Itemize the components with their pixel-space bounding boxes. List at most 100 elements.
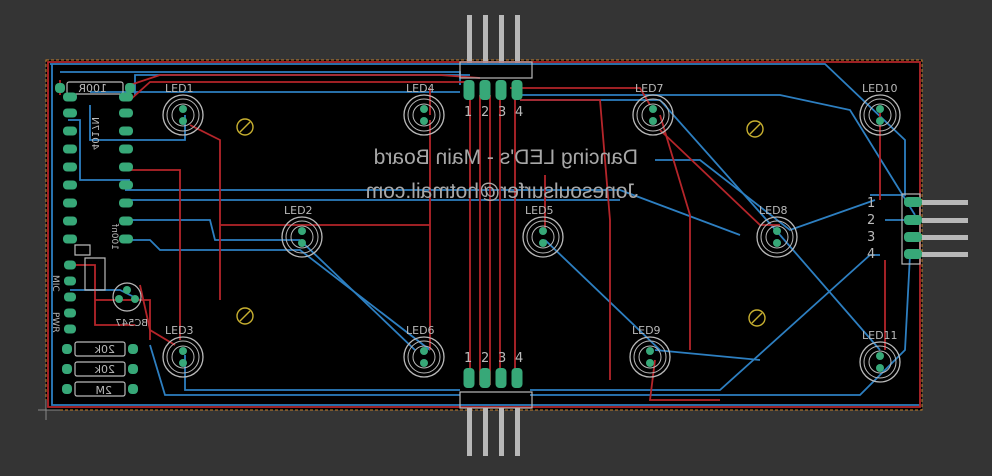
led-pad-cathode xyxy=(876,364,884,372)
ic-pad xyxy=(119,144,133,154)
led-pad-anode xyxy=(420,347,428,355)
ic-pad xyxy=(63,144,77,154)
led-label: LED3 xyxy=(165,324,194,337)
ic-pad xyxy=(63,216,77,226)
ic-pad xyxy=(63,108,77,118)
led-label: LED4 xyxy=(406,82,435,95)
resistor-pad xyxy=(128,384,138,394)
resistor-pad xyxy=(62,344,72,354)
top-pin-label: 1 xyxy=(464,105,472,120)
header-pin-right xyxy=(922,252,968,257)
mic-pwr-pad xyxy=(64,276,76,286)
bottom-connector-pad xyxy=(463,368,475,388)
led-label: LED8 xyxy=(759,204,788,217)
capacitor-label: 100nf xyxy=(109,223,119,250)
resistor-20k-b-label: 20k xyxy=(94,363,115,376)
top-pin-label: 3 xyxy=(498,105,506,120)
resistor-2m-label: 2M xyxy=(96,384,113,397)
pad xyxy=(119,92,133,102)
led-pad-cathode xyxy=(420,359,428,367)
bottom-connector-pad xyxy=(495,368,507,388)
header-pin-top xyxy=(483,15,488,63)
top-pin-label: 4 xyxy=(515,105,523,120)
transistor-pad xyxy=(123,286,131,294)
led-label: LED1 xyxy=(165,82,194,95)
led-pad-anode xyxy=(298,227,306,235)
led-pad-anode xyxy=(539,227,547,235)
led-pad-anode xyxy=(876,352,884,360)
led-pad-cathode xyxy=(649,117,657,125)
header-pin-right xyxy=(922,235,968,240)
led-pad-anode xyxy=(773,227,781,235)
resistor-pad xyxy=(62,384,72,394)
led-pad-cathode xyxy=(420,117,428,125)
transistor-pad xyxy=(131,295,139,303)
ic-4017-label: 4017N xyxy=(89,117,100,150)
top-pin-label: 2 xyxy=(481,105,489,120)
top-connector-pad xyxy=(479,80,491,100)
resistor-pad xyxy=(128,364,138,374)
pcb-canvas: LED1 LED2 LED3 LED4 LED5 LED6 LED7 LED8 LED9 LED1… xyxy=(38,15,968,456)
header-pin-bottom xyxy=(483,408,488,456)
mic-pwr-pad xyxy=(64,292,76,302)
led-label: LED6 xyxy=(406,324,435,337)
ic-pad xyxy=(63,234,77,244)
resistor-20k-a-label: 20k xyxy=(94,343,115,356)
led-pad-cathode xyxy=(876,117,884,125)
top-connector-pad xyxy=(511,80,523,100)
right-connector-pad xyxy=(904,197,922,207)
led-pad-cathode xyxy=(179,117,187,125)
led-pad-anode xyxy=(876,105,884,113)
header-pin-top xyxy=(467,15,472,63)
resistor-pad xyxy=(55,83,65,93)
resistor-pad xyxy=(125,83,135,93)
ic-pad xyxy=(63,126,77,136)
resistor-pad xyxy=(62,364,72,374)
header-pin-right xyxy=(922,200,968,205)
ic-pad xyxy=(119,234,133,244)
bottom-connector-pad xyxy=(479,368,491,388)
ic-pad xyxy=(63,198,77,208)
led-label: LED10 xyxy=(862,82,898,95)
mic-pwr-pad xyxy=(64,308,76,318)
right-pin-label: 2 xyxy=(867,213,875,228)
ic-pad xyxy=(119,198,133,208)
led-pad-anode xyxy=(646,347,654,355)
ic-pad xyxy=(119,216,133,226)
board-title-line2: Jonesoulsurfer@hotmail.com xyxy=(366,180,638,203)
led-pad-cathode xyxy=(179,359,187,367)
header-pin-top xyxy=(515,15,520,63)
header-pin-top xyxy=(499,15,504,63)
led-pad-anode xyxy=(420,105,428,113)
header-pin-bottom xyxy=(515,408,520,456)
led-label: LED7 xyxy=(635,82,664,95)
led-pad-cathode xyxy=(646,359,654,367)
right-connector-pad xyxy=(904,249,922,259)
ic-pad xyxy=(63,162,77,172)
led-pad-cathode xyxy=(298,239,306,247)
resistor-pad xyxy=(128,344,138,354)
ic-pad xyxy=(119,108,133,118)
right-connector-pad xyxy=(904,232,922,242)
transistor-label: BC547 xyxy=(115,318,148,329)
ic-pad xyxy=(119,126,133,136)
right-pin-label: 4 xyxy=(867,247,875,262)
mic-pwr-pad xyxy=(64,260,76,270)
header-pin-right xyxy=(922,218,968,223)
led-pad-anode xyxy=(179,105,187,113)
transistor-pad xyxy=(115,295,123,303)
ic-pad xyxy=(119,162,133,172)
mic-pwr-pad xyxy=(64,324,76,334)
bottom-pin-label: 4 xyxy=(515,351,523,366)
bottom-connector-pad xyxy=(511,368,523,388)
top-connector-pad xyxy=(495,80,507,100)
right-connector-pad xyxy=(904,215,922,225)
right-pin-label: 3 xyxy=(867,230,875,245)
header-pin-bottom xyxy=(467,408,472,456)
pwr-label: PWR xyxy=(50,312,60,333)
board-title-line1: Dancing LED's - Main Board xyxy=(374,146,638,169)
led-pad-anode xyxy=(179,347,187,355)
led-pad-cathode xyxy=(539,239,547,247)
ic-pad xyxy=(119,180,133,190)
pad xyxy=(63,92,77,102)
